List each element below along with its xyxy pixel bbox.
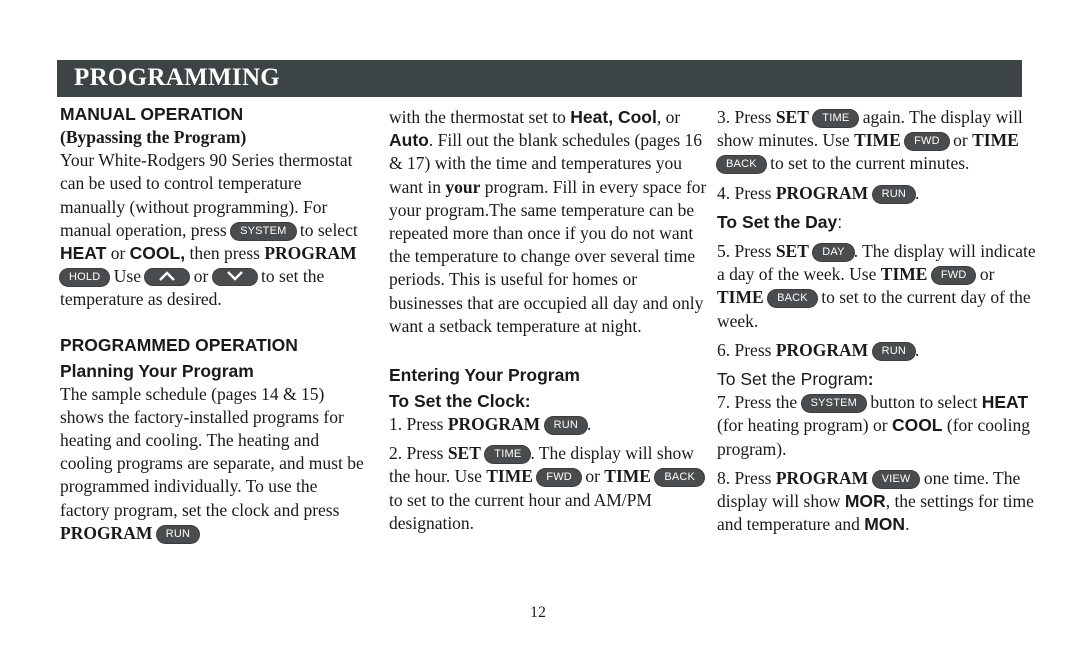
- set-clock-heading: To Set the Clock:: [389, 391, 531, 412]
- step-7: 7. Press the SYSTEM button to select HEA…: [717, 392, 1030, 459]
- planning-text: The sample schedule (pages 14 & 15) show…: [60, 383, 364, 543]
- set-day-heading: To Set the Day:: [717, 211, 843, 232]
- back-button-icon: BACK: [768, 290, 817, 308]
- manual-operation-heading: MANUAL OPERATION: [60, 104, 244, 124]
- entering-program-heading: Entering Your Program: [389, 365, 580, 386]
- manual-operation-subheading: (Bypassing the Program): [60, 127, 247, 147]
- section-header-bar: PROGRAMMING: [57, 60, 1022, 97]
- day-button-icon: DAY: [813, 244, 854, 262]
- column-3: 3. Press SET TIME again. The display wil…: [717, 106, 1037, 536]
- run-button-icon: RUN: [156, 525, 200, 543]
- run-button-icon: RUN: [872, 342, 915, 360]
- hold-button-icon: HOLD: [60, 269, 110, 287]
- run-button-icon: RUN: [544, 417, 587, 435]
- view-button-icon: VIEW: [872, 470, 920, 488]
- schedule-text: with the thermostat set to Heat, Cool, o…: [389, 107, 707, 336]
- column-1: MANUAL OPERATION (Bypassing the Program)…: [60, 103, 370, 545]
- run-button-icon: RUN: [872, 185, 915, 203]
- programmed-operation-heading: PROGRAMMED OPERATION: [60, 334, 298, 355]
- section-title: PROGRAMMING: [74, 64, 281, 91]
- step-3: 3. Press SET TIME again. The display wil…: [717, 107, 1023, 174]
- column-2: with the thermostat set to Heat, Cool, o…: [389, 106, 709, 535]
- time-button-icon: TIME: [485, 446, 531, 464]
- fwd-button-icon: FWD: [931, 267, 976, 285]
- back-button-icon: BACK: [655, 469, 705, 487]
- step-5: 5. Press SET DAY. The display will indic…: [717, 241, 1036, 331]
- time-button-icon: TIME: [813, 110, 859, 127]
- manual-operation-text: Your White-Rodgers 90 Series thermostat …: [60, 150, 358, 310]
- back-button-icon: BACK: [717, 156, 766, 174]
- set-program-heading: To Set the Program:: [717, 369, 874, 390]
- system-button-icon: SYSTEM: [231, 222, 296, 240]
- up-arrow-button-icon: [145, 269, 190, 286]
- step-1: 1. Press PROGRAM RUN.: [389, 414, 592, 435]
- step-4: 4. Press PROGRAM RUN.: [717, 182, 920, 203]
- page-number: 12: [530, 604, 546, 621]
- step-6: 6. Press PROGRAM RUN.: [717, 339, 920, 360]
- fwd-button-icon: FWD: [537, 469, 581, 487]
- down-arrow-button-icon: [212, 269, 257, 286]
- fwd-button-icon: FWD: [905, 133, 949, 151]
- step-2: 2. Press SET TIME. The display will show…: [389, 442, 709, 535]
- step-8: 8. Press PROGRAM VIEW one time. The disp…: [717, 467, 1034, 535]
- system-button-icon: SYSTEM: [801, 395, 867, 413]
- planning-heading: Planning Your Program: [60, 360, 254, 381]
